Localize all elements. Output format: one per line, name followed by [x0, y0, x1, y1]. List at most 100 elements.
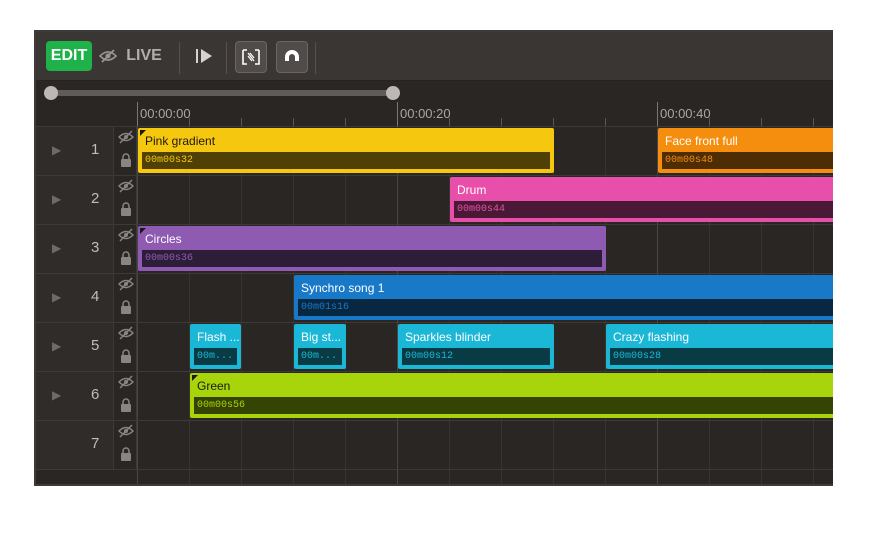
- clip-duration-bar: 00m...: [194, 348, 237, 365]
- lock-icon[interactable]: [120, 447, 132, 461]
- lock-icon[interactable]: [120, 251, 132, 265]
- visibility-toggle-icon[interactable]: [118, 129, 134, 145]
- track-controls: [115, 421, 137, 469]
- ruler-label: 00:00:00: [140, 106, 191, 121]
- track-number: 2: [91, 190, 100, 207]
- clip-duration: 00m00s36: [145, 253, 194, 264]
- clip-duration-bar: 00m...: [298, 348, 342, 365]
- track-number: 5: [91, 337, 100, 354]
- expand-arrow-icon[interactable]: ▶: [52, 290, 61, 304]
- clip-duration: 00m01s16: [301, 302, 350, 313]
- toolbar: EDIT LIVE: [36, 32, 833, 81]
- ruler-label: 00:00:40: [660, 106, 711, 121]
- track-controls: [115, 225, 137, 273]
- visibility-toggle-icon[interactable]: [118, 178, 134, 194]
- edit-mode-button[interactable]: EDIT: [46, 41, 92, 71]
- clip-duration-bar: 00m00s36: [142, 250, 602, 267]
- ruler-label: 00:00:20: [400, 106, 451, 121]
- scroll-start-handle[interactable]: [44, 86, 58, 100]
- clip-title: Crazy flashing: [613, 330, 690, 344]
- visibility-toggle-icon[interactable]: [118, 227, 134, 243]
- clip-duration: 00m...: [301, 351, 338, 362]
- visibility-toggle-icon[interactable]: [118, 276, 134, 292]
- clip-title: Synchro song 1: [301, 281, 385, 295]
- clip-title: Flash ...: [197, 330, 240, 344]
- track-header[interactable]: ▶ 1: [36, 127, 114, 175]
- live-mode-button[interactable]: LIVE: [122, 41, 166, 71]
- track-list: ▶ 1 ▶ 2 ▶ 3 ▶ 4 ▶ 5 ▶ 6 7 Pink gradient …: [36, 126, 833, 484]
- clip-duration: 00m00s32: [145, 155, 194, 166]
- area-select-icon[interactable]: [235, 41, 267, 73]
- clip-title: Pink gradient: [145, 134, 216, 148]
- timeline-clip[interactable]: Pink gradient 00m00s32: [138, 128, 554, 173]
- track-header[interactable]: ▶ 6: [36, 372, 114, 420]
- clip-duration-bar: 00m00s32: [142, 152, 550, 169]
- clip-duration-bar: 00m00s28: [610, 348, 833, 365]
- toolbar-divider: [315, 42, 316, 74]
- track-controls: [115, 127, 137, 175]
- timeline-clip[interactable]: Crazy flashing 00m00s28: [606, 324, 833, 369]
- track-header[interactable]: ▶ 5: [36, 323, 114, 371]
- timeline-clip[interactable]: Green 00m00s56: [190, 373, 833, 418]
- toolbar-divider: [179, 42, 180, 74]
- expand-arrow-icon[interactable]: ▶: [52, 388, 61, 402]
- lock-icon[interactable]: [120, 398, 132, 412]
- expand-arrow-icon[interactable]: ▶: [52, 192, 61, 206]
- clip-title: Circles: [145, 232, 182, 246]
- visibility-toggle-icon[interactable]: [118, 423, 134, 439]
- timeline-scrollbar[interactable]: [44, 86, 400, 100]
- clip-title: Sparkles blinder: [405, 330, 492, 344]
- clip-duration: 00m00s44: [457, 204, 506, 215]
- clip-duration-bar: 00m01s16: [298, 299, 833, 316]
- track-row: 7: [36, 420, 833, 469]
- clip-duration-bar: 00m00s48: [662, 152, 833, 169]
- track-header[interactable]: ▶ 4: [36, 274, 114, 322]
- eye-off-icon[interactable]: [94, 41, 122, 71]
- track-number: 3: [91, 239, 100, 256]
- magnet-icon[interactable]: [276, 41, 308, 73]
- clip-title: Drum: [457, 183, 487, 197]
- track-controls: [115, 176, 137, 224]
- timeline-window: EDIT LIVE 00:00:00 00:00:20 00:00:40 ▶ 1…: [34, 30, 833, 486]
- expand-arrow-icon[interactable]: ▶: [52, 339, 61, 353]
- clip-duration: 00m00s28: [613, 351, 662, 362]
- clip-duration: 00m...: [197, 351, 234, 362]
- track-controls: [115, 274, 137, 322]
- clip-duration: 00m00s48: [665, 155, 714, 166]
- track-header[interactable]: 7: [36, 421, 114, 469]
- lock-icon[interactable]: [120, 300, 132, 314]
- timeline-clip[interactable]: Big st... 00m...: [294, 324, 346, 369]
- timeline-clip[interactable]: Face front full 00m00s48: [658, 128, 833, 173]
- clip-duration: 00m00s56: [197, 400, 246, 411]
- clip-title: Green: [197, 379, 231, 393]
- scroll-end-handle[interactable]: [386, 86, 400, 100]
- timeline-clip[interactable]: Flash ... 00m...: [190, 324, 241, 369]
- track-controls: [115, 323, 137, 371]
- track-number: 4: [91, 288, 100, 305]
- clip-duration-bar: 00m00s56: [194, 397, 833, 414]
- visibility-toggle-icon[interactable]: [118, 325, 134, 341]
- timeline-clip[interactable]: Circles 00m00s36: [138, 226, 606, 271]
- lock-icon[interactable]: [120, 349, 132, 363]
- track-controls: [115, 372, 137, 420]
- track-row: [36, 469, 833, 484]
- timeline-clip[interactable]: Sparkles blinder 00m00s12: [398, 324, 554, 369]
- time-ruler[interactable]: 00:00:00 00:00:20 00:00:40: [137, 102, 833, 126]
- expand-arrow-icon[interactable]: ▶: [52, 241, 61, 255]
- lock-icon[interactable]: [120, 202, 132, 216]
- lock-icon[interactable]: [120, 153, 132, 167]
- clip-duration-bar: 00m00s12: [402, 348, 550, 365]
- track-header[interactable]: ▶ 2: [36, 176, 114, 224]
- timeline-clip[interactable]: Drum 00m00s44: [450, 177, 833, 222]
- expand-arrow-icon[interactable]: ▶: [52, 143, 61, 157]
- clip-duration: 00m00s12: [405, 351, 454, 362]
- toolbar-divider: [226, 42, 227, 74]
- track-number: 7: [91, 435, 100, 452]
- track-number: 6: [91, 386, 100, 403]
- track-header[interactable]: ▶ 3: [36, 225, 114, 273]
- timeline-clip[interactable]: Synchro song 1 00m01s16: [294, 275, 833, 320]
- visibility-toggle-icon[interactable]: [118, 374, 134, 390]
- play-icon[interactable]: [189, 41, 219, 71]
- track-number: 1: [91, 141, 100, 158]
- clip-title: Big st...: [301, 330, 342, 344]
